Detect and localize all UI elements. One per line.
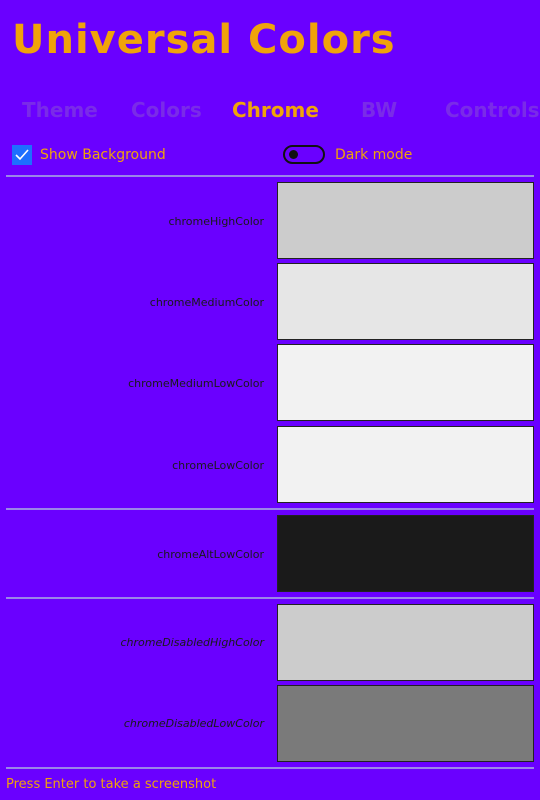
checkmark-icon [15, 149, 29, 161]
swatch-label: chromeMediumColor [149, 296, 264, 309]
dark-mode-toggle[interactable] [283, 145, 325, 164]
tab-controls[interactable]: Controls [445, 92, 540, 128]
toggle-knob [289, 150, 298, 159]
tab-colors[interactable]: Colors [131, 92, 202, 128]
tab-chrome[interactable]: Chrome [232, 92, 319, 128]
color-swatch [277, 344, 534, 421]
color-swatch [277, 426, 534, 503]
swatch-label: chromeLowColor [172, 459, 264, 472]
options-bar: Show Background Dark mode [0, 140, 540, 170]
dark-mode-label[interactable]: Dark mode [335, 140, 412, 170]
color-swatch [277, 604, 534, 681]
color-swatch [277, 263, 534, 340]
color-swatch [277, 182, 534, 259]
swatch-label: chromeDisabledHighColor [120, 636, 264, 649]
divider [6, 597, 534, 599]
swatch-label: chromeDisabledLowColor [123, 717, 264, 730]
swatch-label: chromeAltLowColor [157, 548, 264, 561]
tab-bar: Theme Colors Chrome BW Controls [0, 92, 540, 128]
tab-theme[interactable]: Theme [22, 92, 98, 128]
app-title: Universal Colors [12, 17, 396, 63]
show-background-checkbox[interactable] [12, 145, 32, 165]
show-background-label[interactable]: Show Background [40, 140, 166, 170]
tab-bw[interactable]: BW [361, 92, 397, 128]
color-swatch [277, 685, 534, 762]
footer-hint: Press Enter to take a screenshot [6, 777, 217, 792]
swatch-label: chromeHighColor [168, 215, 264, 228]
divider [6, 508, 534, 510]
color-swatch [277, 515, 534, 592]
swatch-label: chromeMediumLowColor [128, 377, 264, 390]
divider [6, 767, 534, 769]
divider [6, 175, 534, 177]
